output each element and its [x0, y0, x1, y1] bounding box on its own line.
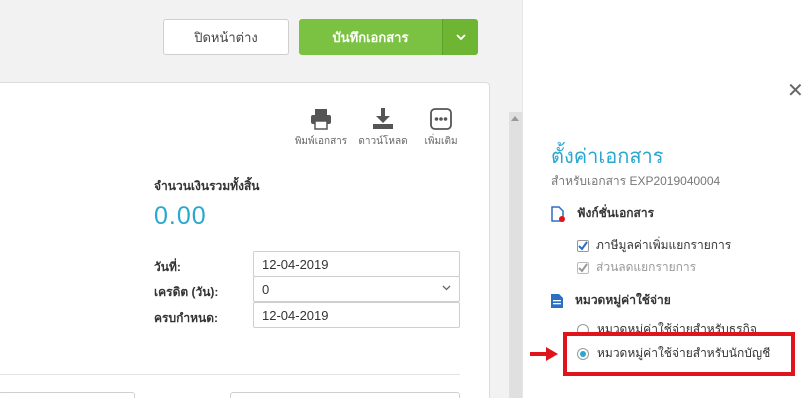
vat-per-item-label: ภาษีมูลค่าเพิ่มแยกรายการ [596, 238, 732, 252]
lower-field-right[interactable] [230, 392, 460, 398]
credit-days-label: เครดิต (วัน): [154, 285, 219, 299]
due-date-label: ครบกำหนด: [154, 311, 218, 325]
date-input[interactable]: 12-04-2019 [253, 251, 460, 277]
document-settings-icon [551, 205, 565, 222]
expense-category-heading: หมวดหมู่ค่าใช้จ่าย [551, 291, 671, 310]
close-window-button[interactable]: ปิดหน้าต่าง [163, 19, 289, 55]
panel-subtitle: สำหรับเอกสาร EXP2019040004 [551, 174, 721, 188]
credit-days-value: 0 [262, 281, 270, 297]
printer-icon [311, 109, 331, 130]
checkmark-icon [578, 262, 588, 273]
due-date-input[interactable]: 12-04-2019 [253, 302, 460, 328]
more-dots-icon [430, 108, 452, 130]
panel-title: ตั้งค่าเอกสาร [551, 146, 664, 168]
checkmark-icon [578, 240, 588, 251]
total-amount-value: 0.00 [154, 202, 207, 230]
lower-field-left[interactable] [0, 392, 135, 398]
total-amount-label: จำนวนเงินรวมทั้งสิ้น [154, 179, 260, 193]
print-label: พิมพ์เอกสาร [294, 136, 348, 147]
scrollbar[interactable] [509, 112, 522, 398]
vat-per-item-checkbox[interactable] [577, 239, 589, 252]
chevron-down-icon [442, 285, 451, 291]
download-tool[interactable]: ดาวน์โหลด [353, 108, 413, 149]
accountant-category-label: หมวดหมู่ค่าใช้จ่ายสำหรับนักบัญชี [597, 346, 771, 360]
vat-per-item-option[interactable]: ภาษีมูลค่าเพิ่มแยกรายการ [577, 236, 731, 255]
date-value: 12-04-2019 [262, 256, 329, 272]
document-functions-heading: ฟังก์ชั่นเอกสาร [551, 204, 654, 223]
credit-days-select[interactable]: 0 [253, 276, 460, 302]
scroll-up-icon[interactable] [511, 116, 519, 121]
arrow-right-icon [530, 347, 558, 361]
close-panel-icon[interactable]: ✕ [787, 81, 804, 101]
save-document-button[interactable]: บันทึกเอกสาร [299, 19, 442, 55]
discount-per-item-checkbox [577, 261, 589, 274]
accountant-category-option[interactable]: หมวดหมู่ค่าใช้จ่ายสำหรับนักบัญชี [577, 344, 770, 363]
accountant-category-radio[interactable] [577, 347, 589, 360]
save-options-dropdown[interactable] [442, 19, 478, 55]
download-label: ดาวน์โหลด [358, 136, 408, 147]
due-date-value: 12-04-2019 [262, 307, 329, 323]
discount-per-item-label: ส่วนลดแยกรายการ [596, 260, 697, 274]
section-divider [0, 374, 460, 375]
document-icon [551, 293, 563, 308]
date-label: วันที่: [154, 260, 181, 274]
discount-per-item-option: ส่วนลดแยกรายการ [577, 258, 696, 277]
more-tool[interactable]: เพิ่มเติม [411, 108, 471, 149]
print-tool[interactable]: พิมพ์เอกสาร [291, 108, 351, 149]
download-icon [373, 108, 393, 129]
chevron-down-icon [455, 34, 466, 40]
more-label: เพิ่มเติม [424, 136, 458, 147]
